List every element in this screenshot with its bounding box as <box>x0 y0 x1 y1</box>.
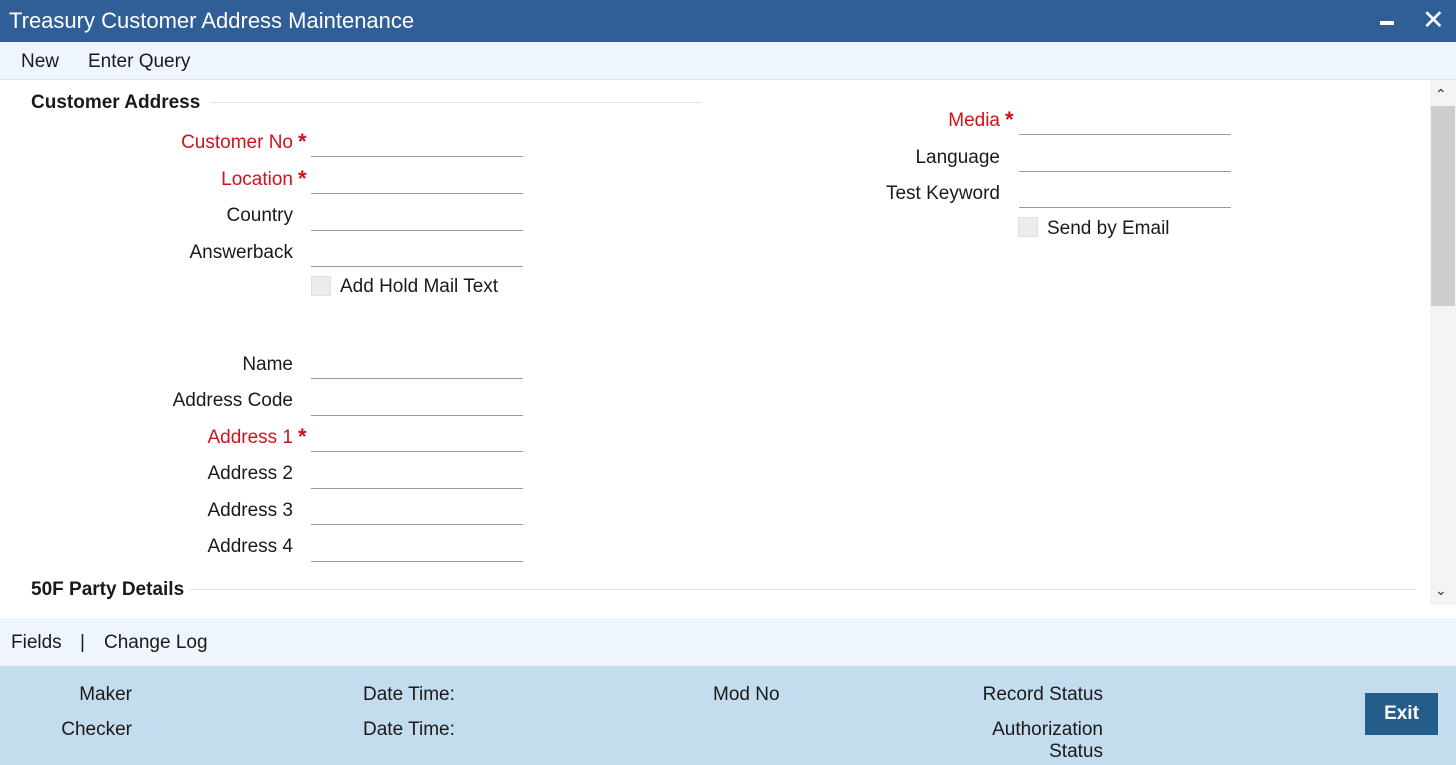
minimize-icon[interactable] <box>1380 21 1394 25</box>
scroll-down-icon[interactable]: ⌄ <box>1435 582 1447 599</box>
location-input[interactable] <box>311 166 523 194</box>
label-location: Location <box>221 169 293 190</box>
section-divider <box>190 589 1416 590</box>
label-test-keyword: Test Keyword <box>885 183 1000 204</box>
label-address-2: Address 2 <box>207 463 293 484</box>
customer-no-input[interactable] <box>311 129 523 157</box>
label-address-1: Address 1 <box>207 427 293 448</box>
address-1-input[interactable] <box>311 424 523 452</box>
title-bar: Treasury Customer Address Maintenance ✕ <box>0 0 1456 42</box>
required-marker: * <box>1005 107 1014 132</box>
media-input[interactable] <box>1019 107 1231 135</box>
section-title-party-details: 50F Party Details <box>31 579 185 600</box>
address-2-input[interactable] <box>311 461 523 489</box>
test-keyword-input[interactable] <box>1019 180 1231 208</box>
address-4-input[interactable] <box>311 534 523 562</box>
label-media: Media <box>948 110 1000 131</box>
label-language: Language <box>915 147 1000 168</box>
name-input[interactable] <box>311 351 523 379</box>
send-by-email-checkbox[interactable] <box>1018 217 1038 237</box>
label-name: Name <box>242 354 293 375</box>
required-marker: * <box>298 424 307 449</box>
label-address-3: Address 3 <box>207 500 293 521</box>
required-marker: * <box>298 129 307 154</box>
label-maker-date-time: Date Time: <box>363 684 455 705</box>
label-add-hold-mail-text: Add Hold Mail Text <box>340 276 499 297</box>
exit-button[interactable]: Exit <box>1365 693 1438 735</box>
fields-link[interactable]: Fields <box>11 632 62 654</box>
address-code-input[interactable] <box>311 388 523 416</box>
menu-bar: New Enter Query <box>0 42 1456 80</box>
vertical-scrollbar[interactable]: ⌃ ⌄ <box>1430 80 1456 605</box>
label-maker: Maker <box>79 684 132 705</box>
country-input[interactable] <box>311 203 523 231</box>
label-address-4: Address 4 <box>207 536 293 557</box>
window-title: Treasury Customer Address Maintenance <box>9 8 415 33</box>
audit-footer: Maker Checker Date Time: Date Time: Mod … <box>0 666 1456 765</box>
menu-new[interactable]: New <box>21 51 59 73</box>
language-input[interactable] <box>1019 144 1231 172</box>
answerback-input[interactable] <box>311 239 523 267</box>
label-authorization: Authorization <box>992 719 1103 740</box>
label-record-status: Record Status <box>982 684 1103 705</box>
add-hold-mail-text-checkbox[interactable] <box>311 276 331 296</box>
close-icon[interactable]: ✕ <box>1422 5 1445 35</box>
link-separator: | <box>80 632 85 653</box>
scroll-up-icon[interactable]: ⌃ <box>1435 86 1447 103</box>
section-divider <box>210 102 702 103</box>
label-customer-no: Customer No <box>181 132 293 153</box>
label-mod-no: Mod No <box>713 684 780 705</box>
label-status: Status <box>1049 741 1103 762</box>
main-content: Customer Address Customer No * Location … <box>0 80 1430 605</box>
label-answerback: Answerback <box>189 242 294 263</box>
label-checker-date-time: Date Time: <box>363 719 455 740</box>
section-title-customer-address: Customer Address <box>31 92 201 113</box>
label-address-code: Address Code <box>172 390 293 411</box>
menu-enter-query[interactable]: Enter Query <box>88 51 190 73</box>
label-country: Country <box>226 205 293 226</box>
change-log-link[interactable]: Change Log <box>104 632 208 654</box>
fields-bar: Fields | Change Log <box>0 618 1456 666</box>
label-send-by-email: Send by Email <box>1047 218 1170 239</box>
label-checker: Checker <box>61 719 132 740</box>
address-3-input[interactable] <box>311 497 523 525</box>
required-marker: * <box>298 166 307 191</box>
scroll-thumb[interactable] <box>1431 106 1455 306</box>
